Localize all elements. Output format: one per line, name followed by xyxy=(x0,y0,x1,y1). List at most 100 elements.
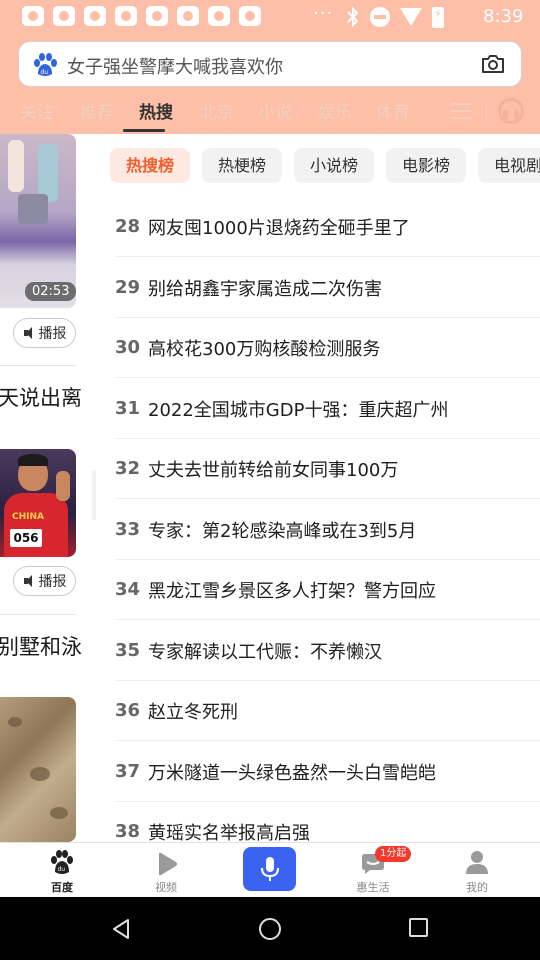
baidu-paw-notification-icon xyxy=(239,6,261,26)
menu-icon[interactable] xyxy=(451,103,471,119)
nav-home-label: 百度 xyxy=(51,881,73,894)
play-icon xyxy=(159,852,177,876)
thumbnail-jersey xyxy=(4,493,68,557)
baidu-paw-notification-icon xyxy=(115,6,137,26)
app-screen: ··· 8:39 du 女子强坐警摩大喊我喜欢你 xyxy=(0,0,540,960)
chip-movie-list[interactable]: 电影榜 xyxy=(386,148,467,183)
rank-number: 33 xyxy=(115,519,141,540)
nav-home[interactable]: du 百度 xyxy=(22,843,102,898)
rank-number: 29 xyxy=(115,277,141,298)
home-icon[interactable] xyxy=(259,918,281,940)
hot-list-item[interactable]: 37 万米隧道一头绿色盎然一头白雪皑皑 xyxy=(115,741,540,802)
baidu-paw-notification-icon xyxy=(177,6,199,26)
top-tabs: 关注 推荐 热搜 北京 小说 娱乐 体育 xyxy=(0,96,540,132)
hot-list-item[interactable]: 29 别给胡鑫宇家属造成二次伤害 xyxy=(115,257,540,318)
tab-beijing[interactable]: 北京 xyxy=(200,98,234,123)
hot-title: 丈夫去世前转给前女同事100万 xyxy=(148,460,399,481)
hot-list-item[interactable]: 33 专家：第2轮感染高峰或在3到5月 xyxy=(115,499,540,560)
hot-list-item[interactable]: 32 丈夫去世前转给前女同事100万 xyxy=(115,438,540,499)
status-bar: ··· 8:39 xyxy=(0,0,540,34)
clock: 8:39 xyxy=(483,6,524,27)
rank-number: 38 xyxy=(115,821,141,842)
news-thumbnail[interactable]: CHINA 056 xyxy=(0,449,76,557)
chip-hot-search-list[interactable]: 热搜榜 xyxy=(110,148,191,183)
hot-list-item[interactable]: 35 专家解读以工代赈：不养懒汉 xyxy=(115,620,540,681)
baidu-paw-notification-icon xyxy=(22,6,44,26)
rank-number: 30 xyxy=(115,337,141,358)
tab-hot-search[interactable]: 热搜 xyxy=(139,98,173,123)
user-icon xyxy=(466,851,488,874)
broadcast-button[interactable]: 播报 xyxy=(13,566,76,596)
thumbnail-athlete-hair xyxy=(18,454,48,466)
do-not-disturb-icon xyxy=(370,7,390,27)
speaker-icon xyxy=(23,574,37,588)
hot-list-item[interactable]: 28 网友囤1000片退烧药全砸手里了 xyxy=(115,196,540,257)
broadcast-button[interactable]: 播报 xyxy=(13,318,76,348)
hot-title: 万米隧道一头绿色盎然一头白雪皑皑 xyxy=(148,763,436,784)
video-thumbnail[interactable]: 02:53 xyxy=(0,134,76,308)
promo-badge: 1分起 xyxy=(375,846,412,862)
rank-number: 35 xyxy=(115,640,141,661)
camera-icon[interactable] xyxy=(481,53,505,75)
notification-icons xyxy=(22,6,261,26)
bluetooth-icon xyxy=(347,6,359,28)
thumbnail-figure xyxy=(8,140,24,192)
recent-apps-icon[interactable] xyxy=(409,918,428,937)
bottom-nav: du 百度 视频 惠生活 1分起 我的 xyxy=(0,842,540,897)
bib-number: 056 xyxy=(10,529,42,547)
tab-entertainment[interactable]: 娱乐 xyxy=(318,98,352,123)
headphone-icon[interactable] xyxy=(498,98,524,124)
feed-column: 02:53 播报 天说出离 CHINA 056 播报 别墅和泳 xyxy=(0,134,96,842)
feed-divider xyxy=(0,614,76,615)
rank-number: 36 xyxy=(115,700,141,721)
system-nav-bar xyxy=(0,897,540,960)
tab-recommend[interactable]: 推荐 xyxy=(80,98,114,123)
baidu-paw-home-icon: du xyxy=(51,850,73,874)
tab-divider xyxy=(486,101,487,123)
baidu-paw-notification-icon xyxy=(84,6,106,26)
hot-title: 黑龙江雪乡景区多人打架？警方回应 xyxy=(148,581,436,602)
svg-text:du: du xyxy=(41,69,49,76)
hot-title: 网友囤1000片退烧药全砸手里了 xyxy=(148,218,410,239)
nav-me-label: 我的 xyxy=(466,881,488,894)
hot-title: 高校花300万购核酸检测服务 xyxy=(148,339,381,360)
feed-title[interactable]: 别墅和泳 xyxy=(0,631,82,661)
tab-sports[interactable]: 体育 xyxy=(376,98,410,123)
rank-number: 34 xyxy=(115,579,141,600)
thumbnail-detail xyxy=(8,717,22,727)
feed-title[interactable]: 天说出离 xyxy=(0,382,82,412)
thumbnail-athlete-arm xyxy=(56,471,70,501)
more-notifications-indicator: ··· xyxy=(313,3,334,24)
video-duration: 02:53 xyxy=(25,282,76,301)
hot-list-item[interactable]: 30 高校花300万购核酸检测服务 xyxy=(115,317,540,378)
chip-novel-list[interactable]: 小说榜 xyxy=(294,148,375,183)
hot-list-item[interactable]: 36 赵立冬死刑 xyxy=(115,680,540,741)
wifi-icon xyxy=(400,8,422,26)
hot-list-item[interactable]: 31 2022全国城市GDP十强：重庆超广州 xyxy=(115,378,540,439)
rank-number: 37 xyxy=(115,761,141,782)
chip-meme-list[interactable]: 热梗榜 xyxy=(202,148,283,183)
baidu-paw-notification-icon xyxy=(208,6,230,26)
hot-title: 专家解读以工代赈：不养懒汉 xyxy=(148,642,382,663)
rank-number: 28 xyxy=(115,216,141,237)
search-input[interactable]: 女子强坐警摩大喊我喜欢你 xyxy=(67,53,283,79)
tab-novel[interactable]: 小说 xyxy=(258,98,292,123)
tab-follow[interactable]: 关注 xyxy=(20,98,54,123)
hot-list-item[interactable]: 34 黑龙江雪乡景区多人打架？警方回应 xyxy=(115,559,540,620)
voice-search-button[interactable] xyxy=(243,847,296,891)
nav-me[interactable]: 我的 xyxy=(437,843,517,898)
panel-edge xyxy=(92,470,96,520)
header: ··· 8:39 du 女子强坐警摩大喊我喜欢你 xyxy=(0,0,540,134)
back-icon[interactable] xyxy=(111,918,131,940)
baidu-paw-logo-icon: du xyxy=(34,53,57,76)
svg-text:du: du xyxy=(58,866,66,873)
nav-video[interactable]: 视频 xyxy=(126,843,206,898)
hot-title: 赵立冬死刑 xyxy=(148,702,238,723)
chip-tv-list[interactable]: 电视剧 xyxy=(478,148,540,183)
search-bar[interactable]: du 女子强坐警摩大喊我喜欢你 xyxy=(18,41,522,87)
speaker-icon xyxy=(23,326,37,340)
active-tab-indicator xyxy=(123,129,165,132)
thumbnail-detail xyxy=(50,807,68,819)
broadcast-label: 播报 xyxy=(38,326,67,342)
news-thumbnail[interactable] xyxy=(0,697,76,842)
